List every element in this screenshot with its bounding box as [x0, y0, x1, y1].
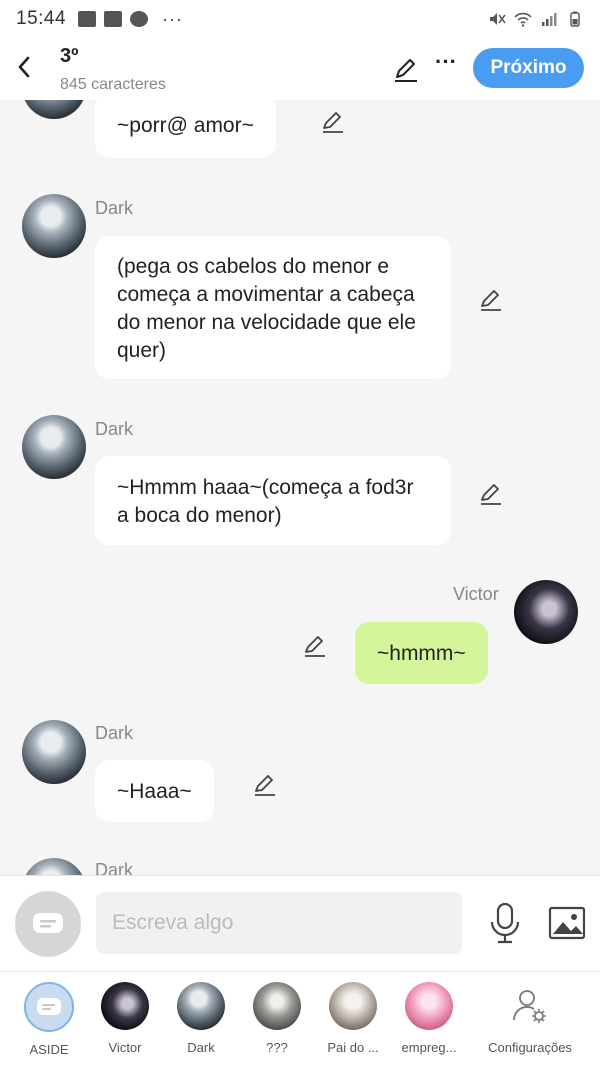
nav-item-settings[interactable]: Configurações [488, 982, 572, 1055]
more-options-button[interactable]: ··· [432, 51, 460, 79]
nav-item-dark[interactable]: Dark [161, 982, 241, 1055]
message-text: ~hmmm~ [377, 642, 466, 665]
status-time: 15:44 [16, 8, 67, 29]
edit-message-icon[interactable] [252, 771, 278, 797]
pinterest-notification-icon [130, 11, 149, 27]
voicemail-notification-icon [104, 11, 123, 27]
chevron-left-icon [18, 56, 30, 78]
message-bubble[interactable]: (pega os cabelos do menor e começa a mov… [95, 236, 451, 379]
avatar[interactable] [22, 720, 86, 784]
character-menu-button[interactable] [15, 891, 81, 957]
more-notifications-icon: ··· [162, 8, 184, 29]
nav-item-unknown[interactable]: ??? [237, 982, 317, 1055]
battery-icon [570, 11, 580, 27]
avatar[interactable] [22, 194, 86, 258]
microphone-icon[interactable] [486, 902, 524, 944]
character-count: 845 caracteres [60, 76, 166, 93]
edit-message-icon[interactable] [320, 108, 346, 134]
edit-title-icon[interactable] [392, 55, 420, 83]
chat-area: ~porr@ amor~ Dark (pega os cabelos do me… [0, 100, 600, 875]
nav-label: ASIDE [29, 1042, 69, 1057]
page-title: 3º [60, 45, 79, 67]
gallery-notification-icon [78, 11, 97, 27]
avatar [405, 982, 453, 1030]
author-name: Dark [95, 198, 134, 218]
message-text: ~Haaa~ [117, 780, 192, 803]
edit-message-icon[interactable] [478, 286, 504, 312]
avatar[interactable] [22, 858, 86, 875]
message-bubble[interactable]: ~Hmmm haaa~(começa a fod3r a boca do men… [95, 456, 451, 545]
avatar [177, 982, 225, 1030]
message-text: ~Hmmm haaa~(começa a fod3r a boca do men… [117, 476, 414, 527]
author-name: Victor [453, 584, 499, 604]
avatar [329, 982, 377, 1030]
message-text: (pega os cabelos do menor e começa a mov… [117, 255, 416, 362]
mute-icon [490, 13, 506, 25]
avatar[interactable] [22, 415, 86, 479]
author-name: Dark [95, 723, 134, 743]
image-icon[interactable] [548, 906, 586, 940]
wifi-icon [514, 12, 532, 27]
compose-bar [0, 875, 600, 971]
nav-item-pai[interactable]: Pai do ... [313, 982, 393, 1055]
avatar[interactable] [22, 100, 86, 119]
nav-item-aside[interactable]: ASIDE [9, 982, 89, 1057]
nav-label: Dark [187, 1040, 215, 1055]
nav-label: Configurações [488, 1040, 572, 1055]
chat-bubble-icon [33, 913, 63, 933]
message-input[interactable] [96, 892, 462, 954]
user-settings-icon [506, 982, 554, 1030]
next-button[interactable]: Próximo [473, 48, 584, 88]
nav-label: empreg... [401, 1040, 457, 1055]
nav-item-victor[interactable]: Victor [85, 982, 165, 1055]
message-text: ~porr@ amor~ [117, 114, 254, 137]
nav-item-empregada[interactable]: empreg... [389, 982, 469, 1055]
character-bar: ASIDE Victor Dark ??? Pai do ... empreg.… [0, 971, 600, 1067]
aside-icon [24, 982, 74, 1032]
avatar [101, 982, 149, 1030]
author-name: Dark [95, 419, 134, 439]
author-name: Dark [95, 860, 134, 875]
nav-label: Victor [108, 1040, 142, 1055]
message-bubble[interactable]: ~Haaa~ [95, 760, 214, 822]
nav-label: Pai do ... [327, 1040, 379, 1055]
edit-message-icon[interactable] [478, 480, 504, 506]
nav-label: ??? [266, 1040, 288, 1055]
status-bar: 15:44 ··· [0, 0, 600, 38]
edit-message-icon[interactable] [302, 632, 328, 658]
back-button[interactable] [10, 52, 38, 82]
chat-header: 3º 845 caracteres ··· Próximo [0, 38, 600, 100]
avatar [253, 982, 301, 1030]
message-bubble[interactable]: ~hmmm~ [355, 622, 488, 684]
message-bubble[interactable]: ~porr@ amor~ [95, 100, 276, 158]
avatar[interactable] [514, 580, 578, 644]
signal-icon [542, 13, 557, 26]
